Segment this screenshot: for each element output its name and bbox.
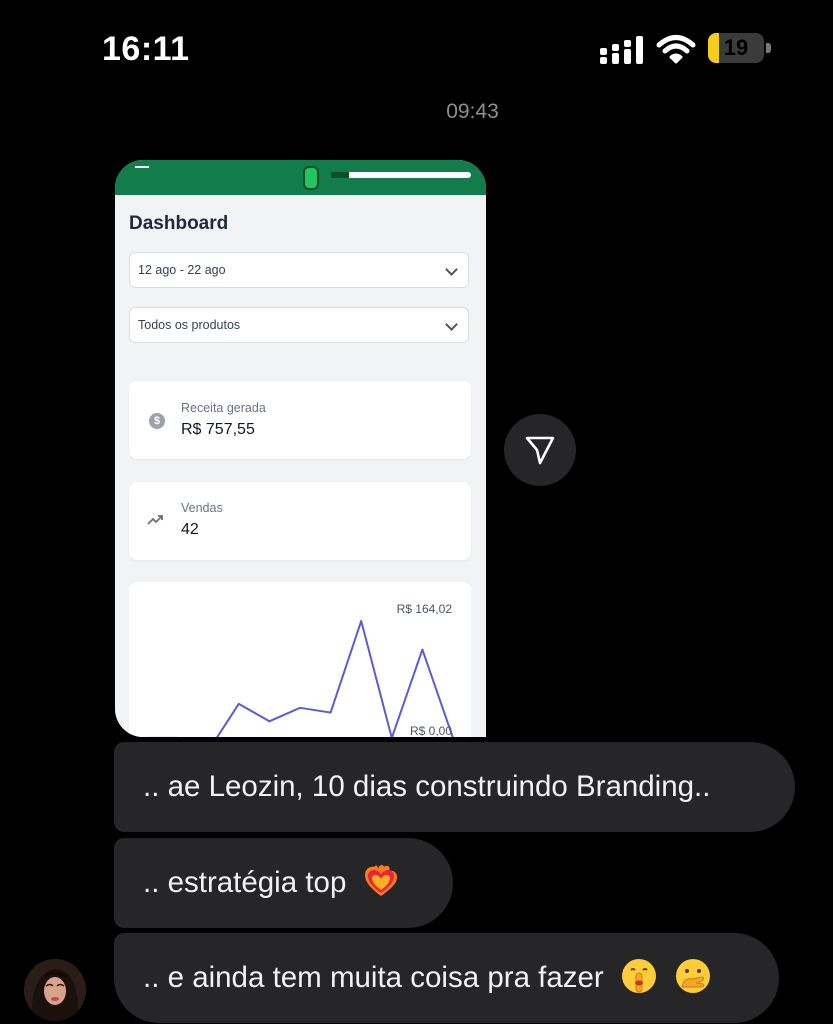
sales-value: 42 [181, 521, 199, 538]
date-range-value: 12 ago - 22 ago [138, 263, 226, 277]
shared-post-image[interactable]: Dashboard 12 ago - 22 ago Todos os produ… [115, 160, 486, 737]
product-filter-value: Todos os produtos [138, 318, 241, 332]
paper-plane-icon [525, 436, 555, 465]
date-range-select: 12 ago - 22 ago [129, 252, 469, 288]
chevron-down-icon [445, 263, 458, 276]
sales-label: Vendas [181, 501, 223, 515]
heart-on-fire-emoji [364, 865, 397, 897]
revenue-chart: R$ 164,02 R$ 0,00 [129, 582, 471, 737]
shushing-face-emoji [621, 959, 656, 994]
message-bubble[interactable]: .. ae Leozin, 10 dias construindo Brandi… [114, 742, 795, 832]
cellular-signal-icon [600, 36, 643, 64]
status-bar: 16:11 19 [0, 0, 833, 100]
top-progress-mark [331, 172, 349, 178]
battery-level: 19 [723, 35, 749, 60]
revenue-label: Receita gerada [181, 401, 266, 415]
top-progress-track [331, 172, 471, 178]
share-button[interactable] [504, 414, 576, 486]
menu-icon [135, 166, 149, 168]
message-bubble[interactable]: .. estratégia top [114, 838, 453, 928]
battery-nub [766, 43, 771, 53]
app-top-bar [115, 160, 486, 195]
message-timestamp: 09:43 [446, 100, 499, 123]
clock: 16:11 [102, 30, 190, 68]
sender-avatar[interactable] [24, 959, 86, 1021]
y-tick-label: R$ 164,02 [397, 602, 453, 616]
app-logo-icon [303, 166, 319, 190]
message-text: .. e ainda tem muita coisa pra fazer [143, 961, 604, 994]
product-filter-select: Todos os produtos [129, 307, 469, 343]
dollar-coin-icon: $ [149, 413, 165, 429]
avatar-image [24, 959, 86, 1021]
chevron-down-icon [445, 318, 458, 331]
revenue-chart-svg: R$ 164,02 R$ 0,00 [147, 602, 454, 737]
message-text: .. ae Leozin, 10 dias construindo Brandi… [143, 770, 711, 803]
wifi-icon [656, 35, 696, 64]
dashboard-title: Dashboard [129, 213, 229, 234]
revenue-card: $ Receita gerada R$ 757,55 [129, 381, 471, 459]
message-bubble[interactable]: .. e ainda tem muita coisa pra fazer [114, 933, 779, 1023]
trending-up-icon [147, 515, 163, 525]
hand-over-mouth-emoji [676, 959, 711, 994]
y-tick-label: R$ 0,00 [410, 724, 452, 737]
message-text: .. estratégia top [143, 866, 347, 899]
battery-indicator: 19 [708, 33, 764, 63]
sales-card: Vendas 42 [129, 482, 471, 560]
chart-series-line [147, 620, 454, 737]
revenue-value: R$ 757,55 [181, 421, 255, 438]
